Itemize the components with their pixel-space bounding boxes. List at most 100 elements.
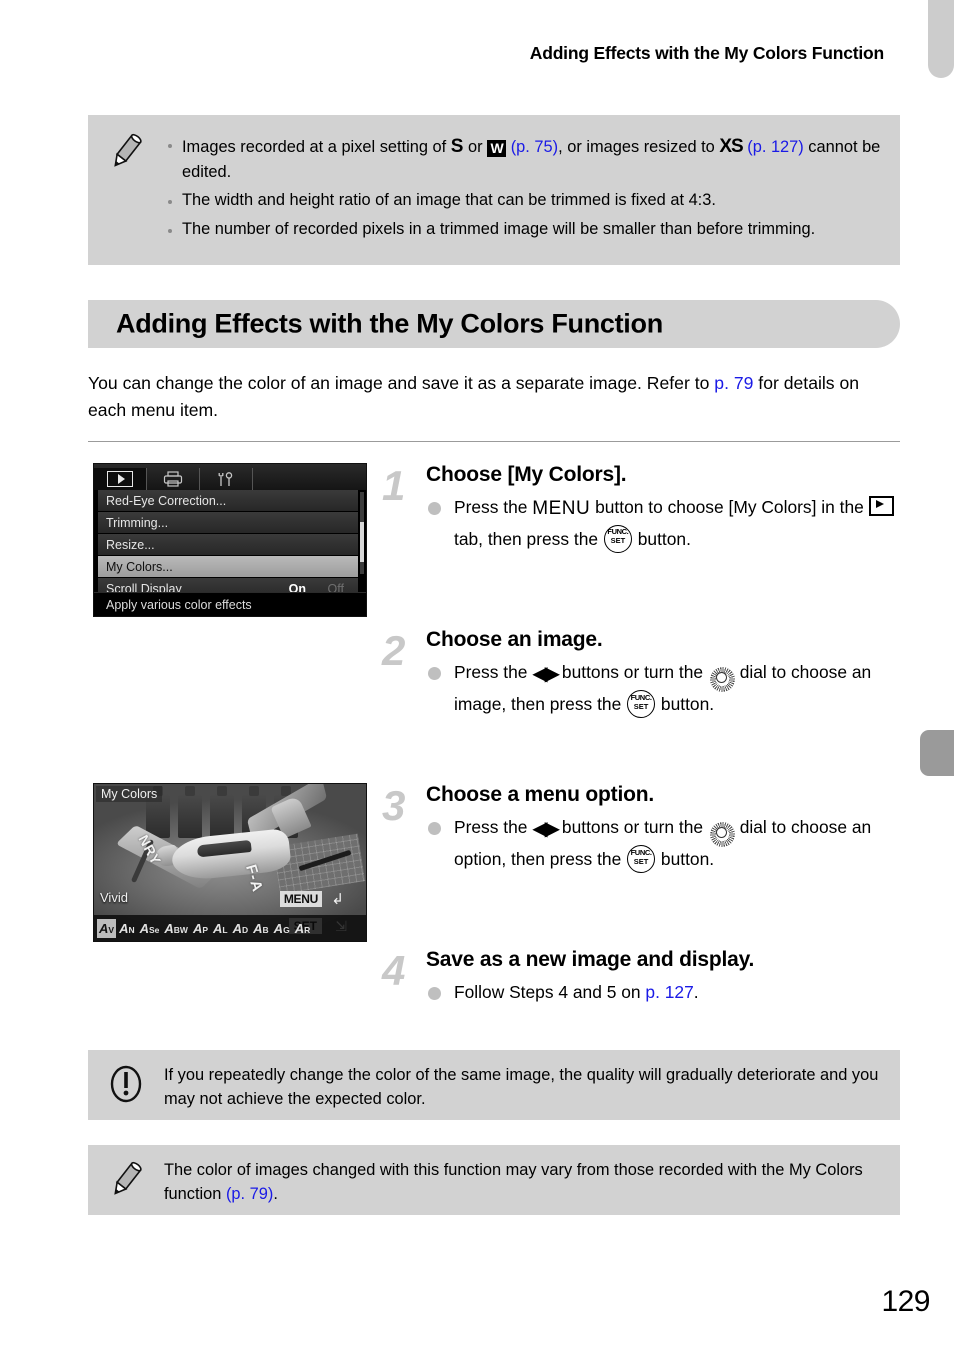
step-body: Press the ◀▶ buttons or turn the dial to…: [426, 658, 902, 719]
step-3: 3 Choose a menu option. Press the ◀▶ but…: [382, 783, 902, 874]
note-text: or: [463, 138, 488, 156]
settings-tab[interactable]: [200, 468, 253, 490]
option-letter: A: [192, 920, 203, 936]
step-text: button.: [656, 849, 715, 870]
option-sub: G: [283, 924, 290, 935]
page-ref-75[interactable]: (p. 75): [506, 138, 558, 156]
control-dial-icon: [709, 820, 735, 847]
option-letter: A: [139, 920, 149, 936]
page-ref-127[interactable]: (p. 127): [743, 138, 804, 156]
step-1: 1 Choose [My Colors]. Press the MENU but…: [382, 463, 902, 553]
chapter-edge-tab: [920, 730, 954, 776]
func-set-button-icon: FUNC. SET: [603, 524, 632, 553]
step-number: 3: [382, 782, 406, 829]
menu-row-label: My Colors...: [106, 559, 173, 574]
control-dial-icon: [709, 665, 735, 692]
bottom-note-text: The color of images changed with this fu…: [164, 1159, 882, 1207]
plane-windows: [196, 839, 252, 858]
func-set-button-icon: FUNC. SET: [627, 690, 656, 719]
pencil-icon: [114, 1161, 142, 1195]
option-sub: R: [304, 924, 311, 935]
menu-list: Red-Eye Correction... Trimming... Resize…: [94, 490, 366, 600]
menu-row[interactable]: Trimming...: [98, 512, 358, 533]
menu-button-icon: MENU: [532, 498, 591, 519]
page-ref-127[interactable]: p. 127: [645, 982, 693, 1002]
my-colors-option-b[interactable]: AB: [251, 919, 271, 938]
note-bullet: Images recorded at a pixel setting of S …: [164, 133, 882, 184]
menu-row[interactable]: Red-Eye Correction...: [98, 490, 358, 511]
page-edge-tab-top: [928, 0, 954, 78]
step-number: 1: [382, 462, 406, 509]
my-colors-option-d[interactable]: AD: [231, 919, 251, 938]
step-body: Press the MENU button to choose [My Colo…: [426, 493, 902, 553]
menu-row-label: Red-Eye Correction...: [106, 493, 227, 508]
my-colors-option-bw[interactable]: A BW: [162, 919, 190, 938]
option-letter: A: [213, 920, 223, 936]
step-text: Follow Steps 4 and 5 on: [454, 982, 646, 1002]
option-letter: A: [164, 920, 174, 936]
top-note-box: Images recorded at a pixel setting of S …: [88, 115, 900, 265]
horizontal-rule: [88, 441, 900, 442]
camera-menu-screenshot: Red-Eye Correction... Trimming... Resize…: [93, 463, 367, 617]
option-sub: Se: [148, 924, 160, 935]
note-text: The number of recorded pixels in a trimm…: [182, 220, 816, 239]
my-colors-option-l[interactable]: AL: [211, 919, 230, 938]
my-colors-option-p[interactable]: AP: [191, 919, 210, 938]
photo-menu-button[interactable]: MENU: [279, 891, 322, 907]
note-text: , or images resized to: [558, 138, 720, 156]
step-text: button.: [632, 528, 691, 549]
page-ref-79[interactable]: p. 79: [714, 373, 753, 393]
step-body: Follow Steps 4 and 5 on p. 127.: [426, 978, 902, 1006]
camera-photo-screenshot: NRY F-A My Colors Vivid MENU ↲ SET ⇲ AV …: [93, 783, 367, 942]
pixel-setting-w-icon: W: [487, 140, 507, 157]
manual-page: Adding Effects with the My Colors Functi…: [0, 0, 954, 1345]
step-title: Choose an image.: [426, 628, 603, 651]
option-sub: P: [202, 924, 209, 935]
top-note-bullets: Images recorded at a pixel setting of S …: [164, 133, 882, 242]
tools-icon: [218, 472, 233, 486]
page-title: Adding Effects with the My Colors Functi…: [116, 308, 663, 339]
pixel-setting-xs-icon: XS: [719, 136, 743, 157]
option-letter: A: [99, 920, 109, 936]
step-text: tab, then press the: [454, 528, 603, 549]
my-colors-option-n[interactable]: AN: [117, 919, 137, 938]
photo-screen-title: My Colors: [96, 786, 163, 802]
caution-note-text: If you repeatedly change the color of th…: [164, 1066, 879, 1108]
step-text: button to choose [My Colors] in the: [590, 497, 869, 517]
page-ref-79[interactable]: (p. 79): [226, 1185, 273, 1203]
option-letter: A: [253, 920, 263, 936]
option-sub: N: [128, 924, 135, 935]
step-number: 2: [382, 627, 406, 674]
my-colors-option-v[interactable]: AV: [97, 918, 117, 938]
option-sub: V: [108, 924, 115, 935]
photo-mode-label: Vivid: [100, 890, 128, 905]
note-bullet: The width and height ratio of an image t…: [164, 189, 882, 213]
note-bullet: The number of recorded pixels in a trimm…: [164, 218, 882, 242]
step-title: Choose a menu option.: [426, 783, 654, 806]
option-sub: L: [222, 924, 228, 935]
playback-tab[interactable]: [94, 468, 147, 490]
intro-text-pre: You can change the color of an image and…: [88, 373, 715, 393]
running-header: Adding Effects with the My Colors Functi…: [529, 43, 884, 63]
option-sub: B: [262, 924, 269, 935]
print-tab[interactable]: [147, 468, 200, 490]
my-colors-option-se[interactable]: A Se: [138, 919, 162, 938]
step-text: buttons or turn the: [557, 662, 708, 682]
menu-row-label: Resize...: [106, 537, 155, 552]
menu-row-my-colors[interactable]: My Colors...: [98, 556, 358, 577]
option-sub: BW: [173, 924, 188, 935]
func-set-button-icon: FUNC. SET: [627, 845, 656, 874]
step-2: 2 Choose an image. Press the ◀▶ buttons …: [382, 628, 902, 719]
step-text: buttons or turn the: [557, 817, 708, 837]
pixel-setting-s-icon: S: [450, 136, 464, 157]
my-colors-option-r[interactable]: AR: [293, 919, 313, 938]
note-text-post: .: [273, 1184, 278, 1203]
printer-icon: [163, 471, 183, 487]
my-colors-option-g[interactable]: AG: [272, 919, 292, 938]
menu-scrollbar[interactable]: [360, 492, 364, 574]
step-title: Save as a new image and display.: [426, 948, 755, 971]
playback-icon: [107, 471, 133, 487]
menu-row[interactable]: Resize...: [98, 534, 358, 555]
option-sub: D: [242, 924, 249, 935]
step-text: Press the: [454, 817, 533, 837]
